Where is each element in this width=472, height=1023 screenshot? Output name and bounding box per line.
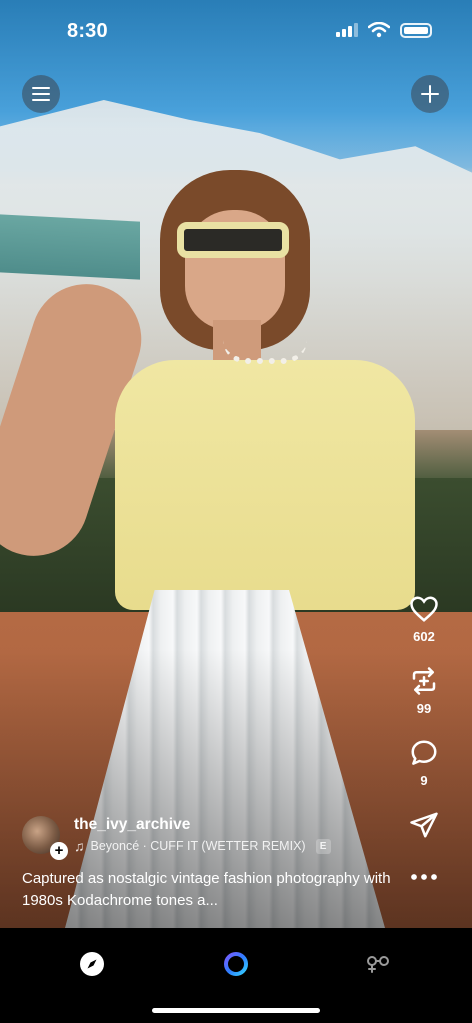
share-button[interactable] bbox=[394, 810, 454, 840]
menu-button[interactable] bbox=[22, 75, 60, 113]
more-button[interactable] bbox=[394, 862, 454, 892]
nav-profile[interactable] bbox=[358, 944, 398, 984]
send-icon bbox=[410, 812, 438, 838]
battery-icon bbox=[400, 22, 432, 38]
repost-count: 99 bbox=[416, 701, 432, 716]
bottom-nav bbox=[0, 928, 472, 1023]
menu-icon bbox=[32, 87, 50, 101]
heart-icon bbox=[410, 596, 438, 622]
explicit-badge: E bbox=[315, 838, 331, 854]
follow-button[interactable]: + bbox=[50, 842, 68, 860]
plus-icon bbox=[421, 85, 439, 103]
post-caption-block: + the_ivy_archive ♫ Beyoncé · CUFF IT (W… bbox=[22, 816, 402, 912]
music-note-icon: ♫ bbox=[74, 838, 85, 854]
comment-count: 9 bbox=[420, 773, 428, 788]
explore-icon bbox=[80, 952, 104, 976]
repost-icon bbox=[412, 667, 436, 695]
comment-button[interactable]: 9 bbox=[394, 738, 454, 788]
home-indicator bbox=[152, 1008, 320, 1013]
add-button[interactable] bbox=[411, 75, 449, 113]
post-description[interactable]: Captured as nostalgic vintage fashion ph… bbox=[22, 868, 402, 912]
profile-icon bbox=[367, 956, 389, 973]
music-row[interactable]: ♫ Beyoncé · CUFF IT (WETTER REMIX) E bbox=[74, 838, 331, 854]
signal-icon bbox=[336, 23, 358, 37]
repost-button[interactable]: 99 bbox=[394, 666, 454, 716]
create-icon bbox=[224, 952, 248, 976]
status-bar: 8:30 bbox=[0, 0, 472, 60]
music-title: Beyoncé · CUFF IT (WETTER REMIX) bbox=[90, 839, 306, 853]
status-time: 8:30 bbox=[67, 20, 108, 42]
like-button[interactable]: 602 bbox=[394, 594, 454, 644]
username[interactable]: the_ivy_archive bbox=[74, 816, 331, 834]
like-count: 602 bbox=[413, 629, 435, 644]
comment-icon bbox=[411, 740, 437, 765]
nav-create[interactable] bbox=[216, 944, 256, 984]
avatar[interactable]: + bbox=[22, 816, 68, 860]
action-rail: 602 99 9 bbox=[394, 594, 454, 914]
more-icon bbox=[411, 874, 437, 880]
nav-explore[interactable] bbox=[72, 944, 112, 984]
wifi-icon bbox=[368, 22, 390, 38]
